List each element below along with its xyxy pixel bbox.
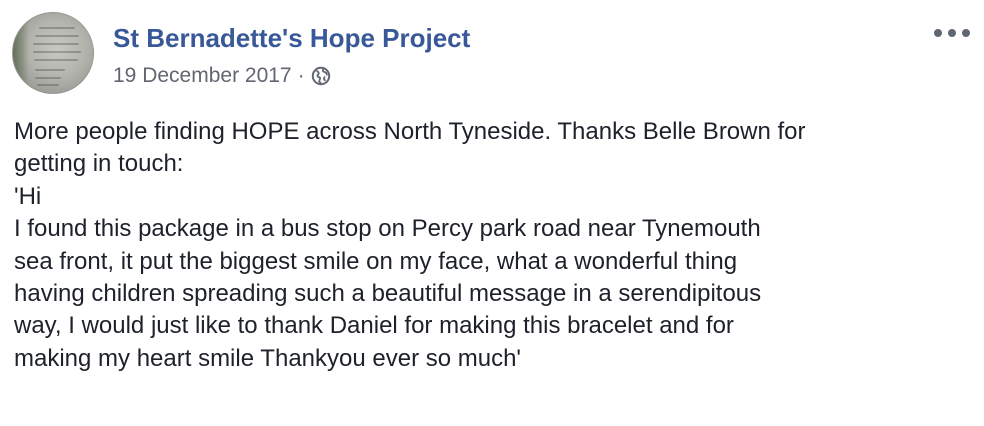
- page-name-link[interactable]: St Bernadette's Hope Project: [113, 22, 470, 54]
- avatar-text-line: [33, 51, 81, 53]
- post-text-line: getting in touch:: [14, 150, 184, 178]
- facebook-post: St Bernadette's Hope Project 19 December…: [0, 0, 984, 426]
- more-dot: [934, 29, 942, 37]
- more-dot: [962, 29, 970, 37]
- page-avatar[interactable]: [12, 12, 94, 94]
- avatar-text-line: [39, 27, 75, 29]
- avatar-text-line: [35, 69, 65, 71]
- avatar-text-line: [35, 35, 79, 37]
- meta-separator: ·: [297, 64, 305, 87]
- post-date[interactable]: 19 December 2017: [113, 64, 292, 88]
- post-body: More people finding HOPE across North Ty…: [14, 116, 976, 375]
- post-meta: 19 December 2017 ·: [113, 62, 331, 90]
- post-text-line: making my heart smile Thankyou ever so m…: [14, 344, 522, 372]
- avatar-text-line: [34, 59, 78, 61]
- avatar-edge: [13, 13, 29, 93]
- post-text-line: More people finding HOPE across North Ty…: [14, 118, 806, 145]
- post-text-line: having children spreading such a beautif…: [14, 280, 762, 308]
- avatar-text-line: [35, 77, 61, 79]
- more-dot: [948, 29, 956, 37]
- post-text-line: 'Hi: [14, 182, 42, 210]
- globe-icon[interactable]: [311, 66, 331, 86]
- more-options-icon[interactable]: [934, 22, 970, 44]
- post-text-line: sea front, it put the biggest smile on m…: [14, 247, 738, 275]
- post-text-line: I found this package in a bus stop on Pe…: [14, 215, 761, 243]
- post-text-line: way, I would just like to thank Daniel f…: [14, 312, 734, 340]
- avatar-text-line: [33, 43, 79, 45]
- avatar-text-line: [37, 84, 59, 86]
